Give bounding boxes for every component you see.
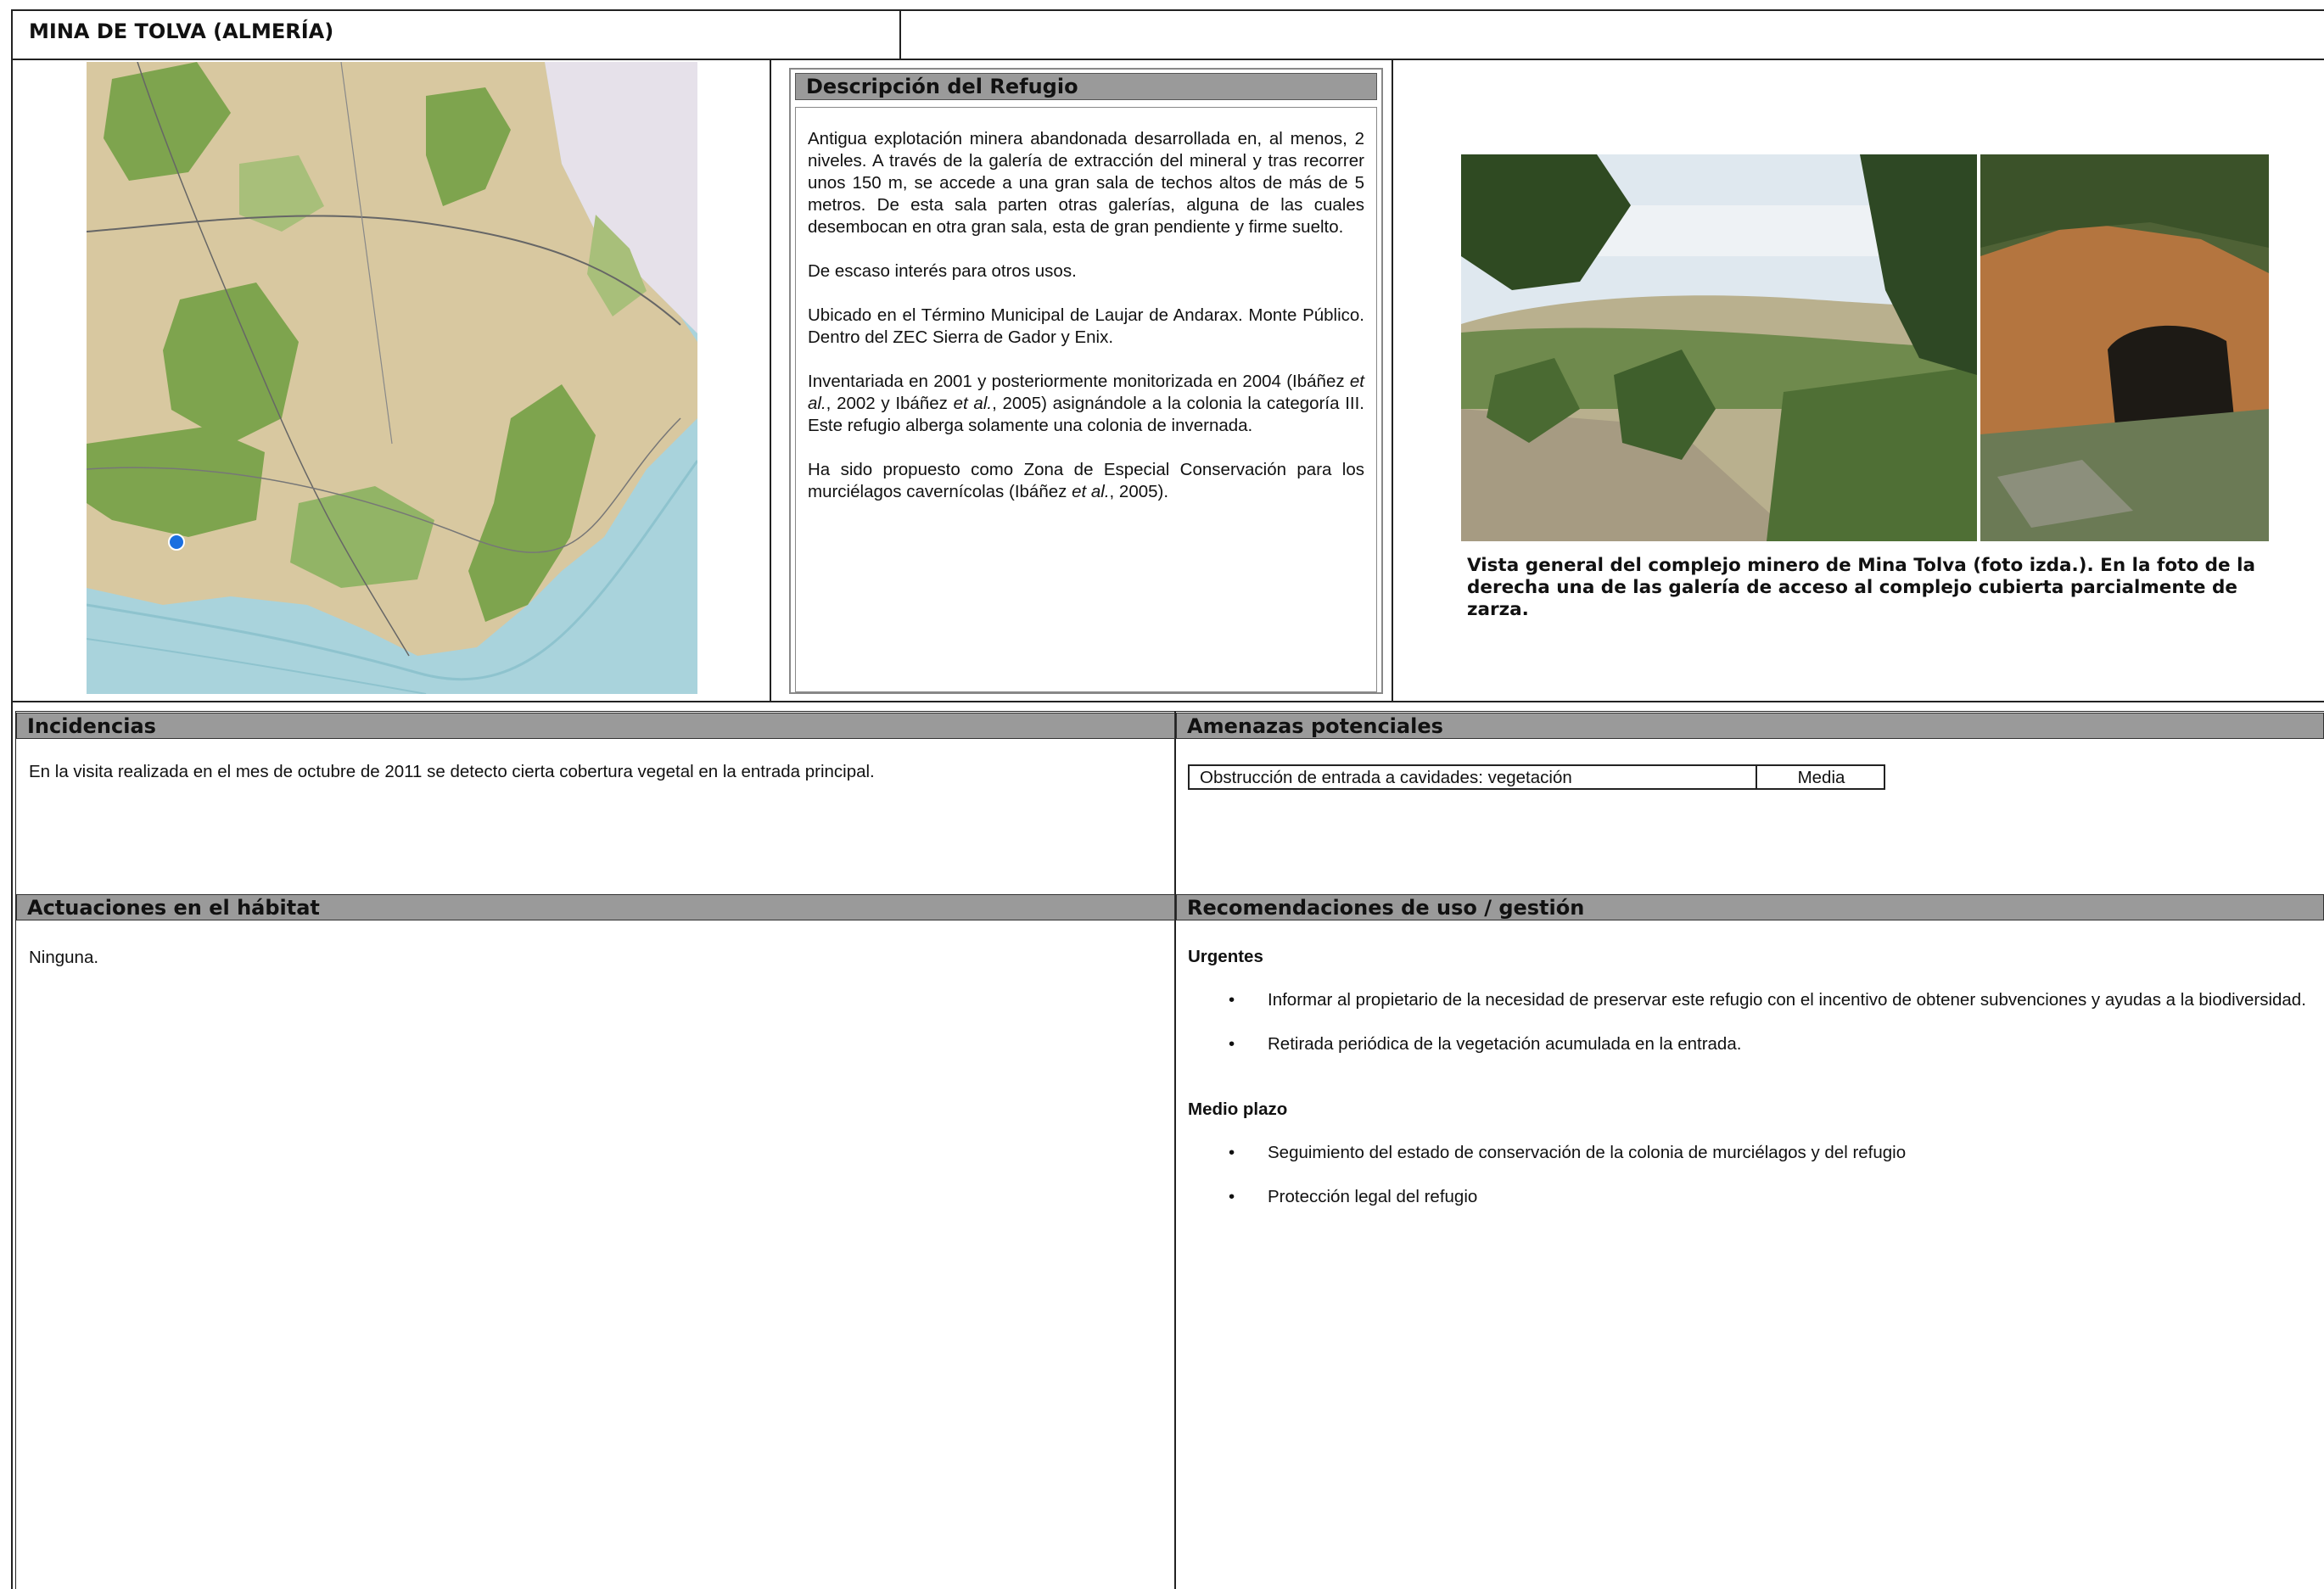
location-marker-icon [168,534,185,551]
frame-left [11,9,13,1589]
lower-column-divider [1174,711,1176,1589]
upper-section-bottom [11,701,2324,702]
medio-plazo-list: • Seguimiento del estado de conservación … [1188,1142,2324,1208]
photo-general-view-graphic [1461,154,1977,541]
list-item: • Informar al propietario de la necesidad… [1229,990,2306,1010]
description-paragraph: Antigua explotación minera abandonada de… [808,129,1364,237]
description-heading: Descripción del Refugio [795,73,1377,100]
lower-frame-left [15,711,16,1589]
list-item: • Protección legal del refugio [1229,1187,1478,1206]
recomendaciones-body: Urgentes • Informar al propietario de la … [1188,947,2324,1230]
description-body: Antigua explotación minera abandonada de… [795,107,1377,692]
title-cell-divider [899,9,901,59]
description-panel: Descripción del Refugio Antigua explotac… [789,68,1383,694]
list-item: • Retirada periódica de la vegetación acu… [1229,1034,1742,1054]
threat-name: Obstrucción de entrada a cavidades: vege… [1200,768,1572,787]
bullet-icon: • [1229,1034,1235,1054]
page-title: MINA DE TOLVA (ALMERÍA) [29,20,334,43]
location-map [87,62,697,694]
urgentes-label: Urgentes [1188,947,1263,966]
incidencias-text: En la visita realizada en el mes de octu… [29,762,875,781]
frame-top [11,9,2324,11]
description-paragraph: Ha sido propuesto como Zona de Especial … [808,460,1364,501]
actuaciones-heading: Actuaciones en el hábitat [16,894,1175,920]
threat-row: Obstrucción de entrada a cavidades: vege… [1188,764,1885,790]
threat-level: Media [1797,768,1845,787]
medio-plazo-label: Medio plazo [1188,1099,1288,1119]
map-cell-divider [770,59,771,702]
description-paragraph: Inventariada en 2001 y posteriormente mo… [808,372,1364,435]
description-paragraph: De escaso interés para otros usos. [808,261,1077,281]
title-row-divider [11,59,2324,60]
photo-gallery-entrance [1980,154,2269,541]
bullet-icon: • [1229,1143,1235,1162]
list-item: • Seguimiento del estado de conservación … [1229,1143,1907,1162]
desc-cell-divider [1392,59,1393,702]
urgentes-list: • Informar al propietario de la necesidad… [1188,989,2324,1055]
map-graphic [87,62,697,694]
photo-gallery-entrance-graphic [1980,154,2269,541]
photo-general-view [1461,154,1977,541]
amenazas-heading: Amenazas potenciales [1176,713,2324,739]
lower-frame-top [15,711,2324,712]
photo-caption: Vista general del complejo minero de Min… [1467,555,2255,620]
bullet-icon: • [1229,990,1235,1010]
incidencias-heading: Incidencias [16,713,1175,739]
actuaciones-text: Ninguna. [29,948,99,967]
recomendaciones-heading: Recomendaciones de uso / gestión [1176,894,2324,920]
description-paragraph: Ubicado en el Término Municipal de Lauja… [808,305,1364,347]
bullet-icon: • [1229,1187,1235,1206]
